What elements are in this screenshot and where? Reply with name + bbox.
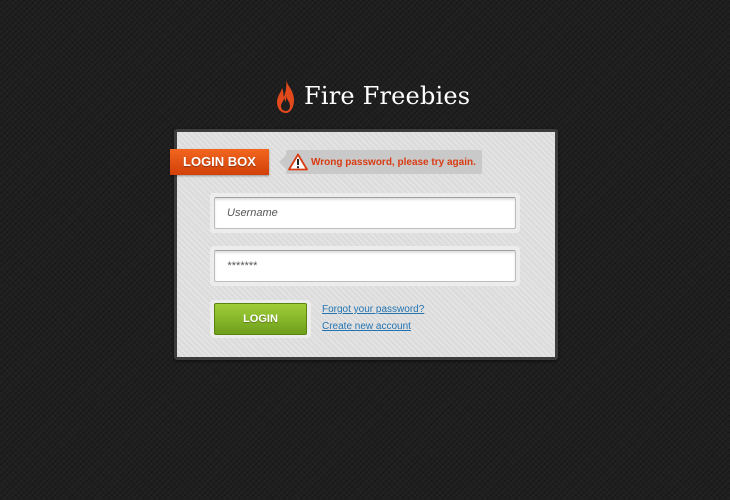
brand-logo: Fire Freebies	[274, 76, 470, 116]
login-box-ribbon: LOGIN BOX	[170, 149, 269, 175]
warning-icon	[288, 153, 308, 171]
login-button[interactable]: LOGIN	[214, 303, 307, 335]
error-banner: Wrong password, please try again.	[279, 150, 482, 174]
forgot-password-link[interactable]: Forgot your password?	[322, 304, 424, 316]
username-input[interactable]	[214, 197, 516, 229]
brand-name: Fire Freebies	[304, 82, 471, 110]
password-input[interactable]	[214, 250, 516, 282]
login-button-wrapper: LOGIN	[210, 300, 311, 338]
username-field-wrapper	[210, 193, 520, 233]
password-field-wrapper	[210, 246, 520, 286]
error-message: Wrong password, please try again.	[311, 156, 476, 168]
create-account-link[interactable]: Create new account	[322, 321, 411, 333]
flame-icon	[277, 79, 294, 113]
